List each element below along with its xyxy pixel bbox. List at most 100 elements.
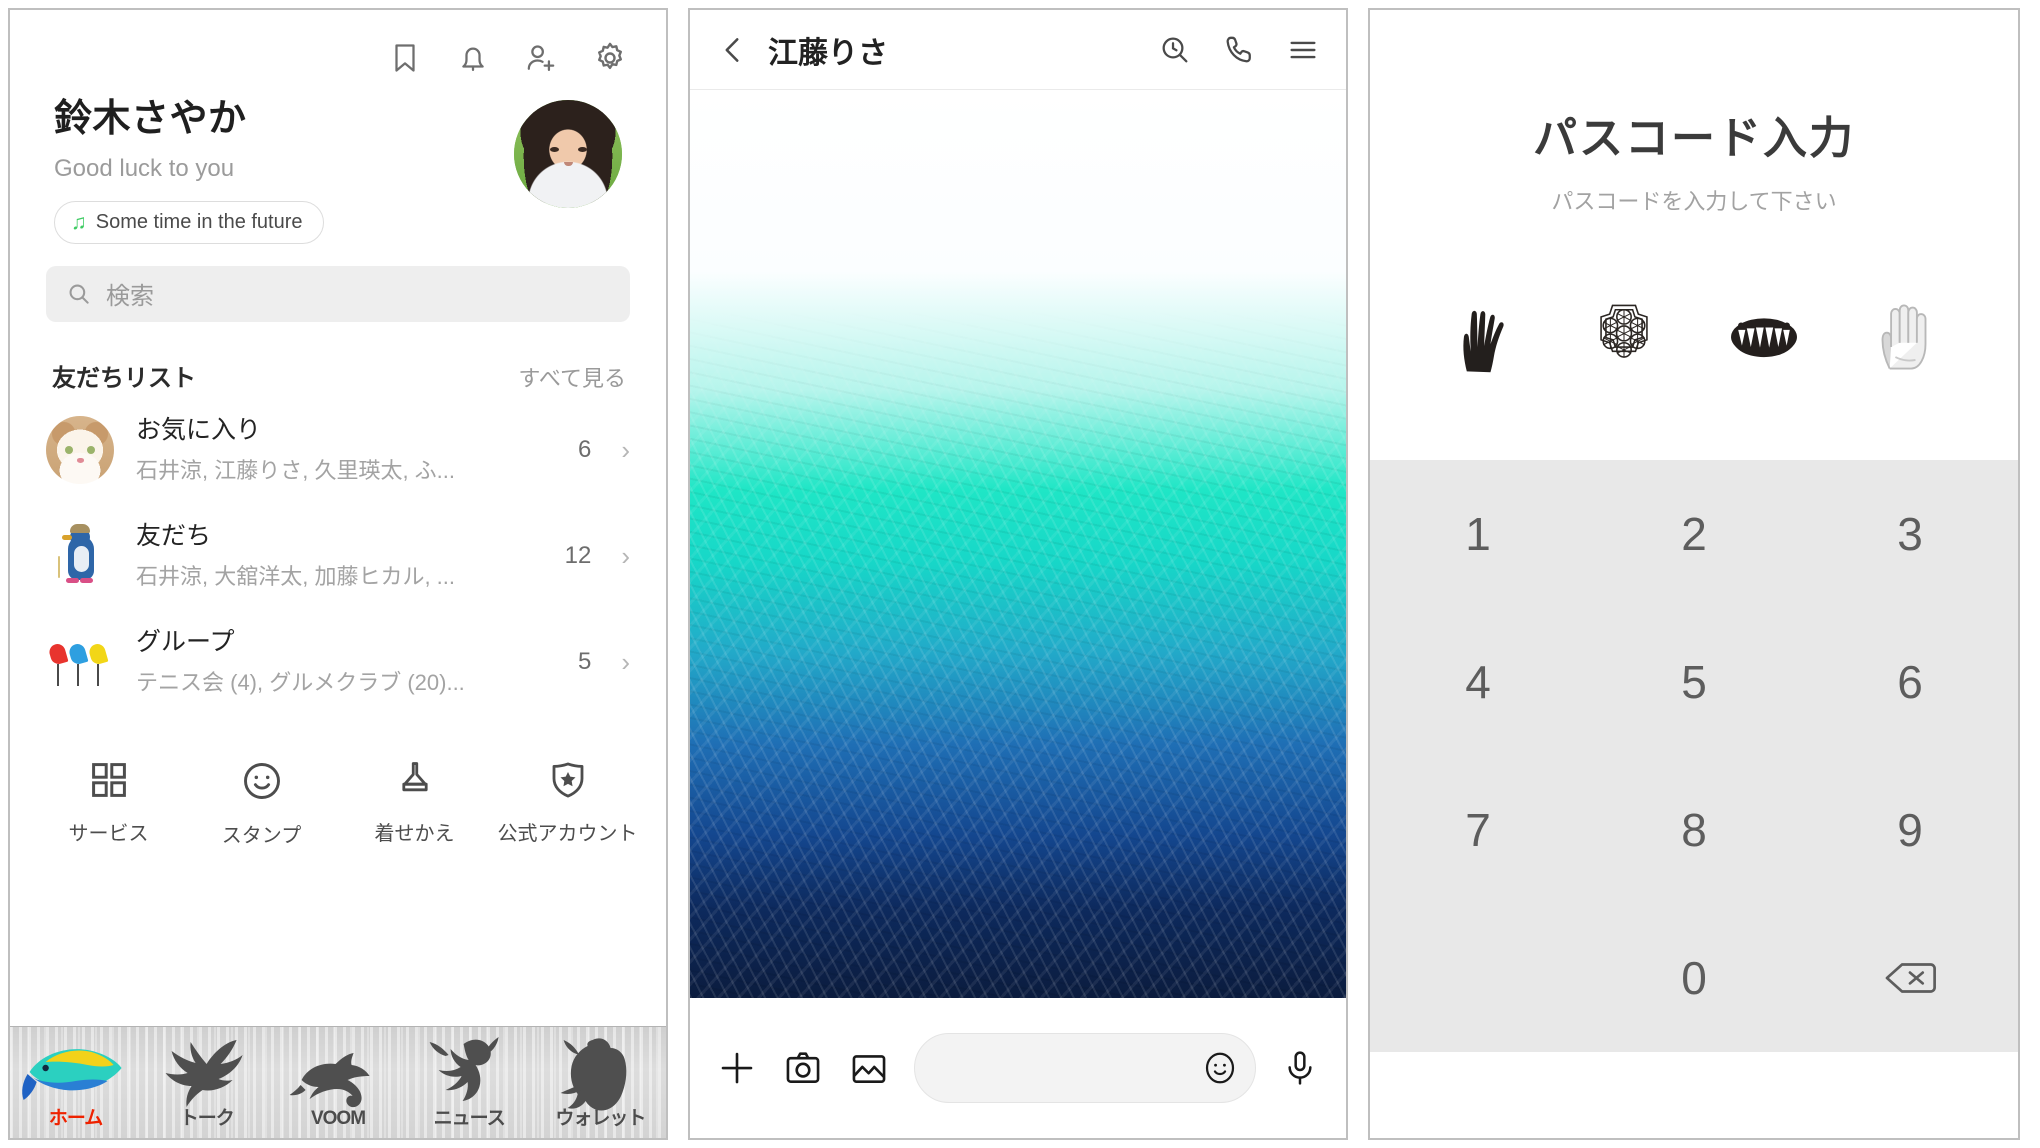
- passcode-header: パスコード入力 パスコードを入力して下さい: [1370, 10, 2018, 392]
- cat-avatar-icon: [46, 415, 114, 484]
- smiley-icon[interactable]: [1201, 1049, 1239, 1087]
- chevron-right-icon: ›: [621, 646, 630, 677]
- smiley-icon: [240, 759, 284, 803]
- passcode-indicators: [1370, 282, 2018, 392]
- eagle-icon: [165, 1040, 243, 1107]
- profile-block: 鈴木さやか Good luck to you ♫ Some time in th…: [10, 82, 666, 244]
- gem-rosette-glyph-icon: [1581, 294, 1667, 380]
- passcode-keypad: 1 2 3 4 5 6 7 8 9 0: [1370, 460, 2018, 1052]
- list-item-count: 6: [577, 435, 592, 463]
- nav-item-news[interactable]: ニュース: [404, 1027, 535, 1138]
- lizard-icon: [290, 1053, 371, 1108]
- music-note-icon: ♫: [71, 210, 87, 234]
- home-topbar: [10, 10, 666, 82]
- page-subtitle: パスコードを入力して下さい: [1551, 189, 1837, 214]
- bell-icon[interactable]: [456, 41, 490, 75]
- friends-section-header: 友だちリスト すべて見る: [10, 322, 666, 397]
- search-input[interactable]: 検索: [46, 265, 630, 322]
- service-item-label: 公式アカウント: [497, 822, 638, 845]
- brush-icon: [394, 759, 436, 801]
- add-friend-icon[interactable]: [524, 41, 558, 75]
- list-item[interactable]: お気に入り 石井涼, 江藤りさ, 久里瑛太, ふ... 6 ›: [46, 397, 630, 503]
- bottom-navigation: ホーム トーク VOOM ニュース ウォレット: [10, 1026, 666, 1138]
- key-3[interactable]: 3: [1802, 460, 2018, 608]
- bear-icon: [560, 1038, 627, 1111]
- bookmark-icon[interactable]: [388, 41, 422, 75]
- key-7[interactable]: 7: [1370, 756, 1586, 904]
- chat-wallpaper: [690, 90, 1346, 998]
- penguin-avatar-icon: [46, 522, 114, 590]
- key-5[interactable]: 5: [1586, 608, 1802, 756]
- avatar-photo: [514, 100, 622, 208]
- backspace-icon[interactable]: [1802, 904, 2018, 1052]
- claw-hand-glyph-icon: [1441, 294, 1527, 380]
- nav-item-voom[interactable]: VOOM: [272, 1027, 403, 1138]
- key-9[interactable]: 9: [1802, 756, 2018, 904]
- avatar-eye-left: [550, 147, 559, 152]
- list-item-title: お気に入り: [136, 415, 262, 444]
- nav-item-wallet[interactable]: ウォレット: [535, 1027, 666, 1138]
- search-placeholder: 検索: [106, 283, 154, 311]
- chat-header: 江藤りさ: [690, 10, 1346, 90]
- key-4[interactable]: 4: [1370, 608, 1586, 756]
- key-0[interactable]: 0: [1586, 904, 1802, 1052]
- list-item[interactable]: グループ テニス会 (4), グルメクラブ (20)... 5 ›: [46, 609, 630, 715]
- phone-icon[interactable]: [1222, 33, 1256, 67]
- service-grid: サービス スタンプ 着せかえ 公式アカウント: [10, 715, 666, 848]
- list-item-subtitle: 石井涼, 江藤りさ, 久里瑛太, ふ...: [136, 457, 456, 483]
- menu-icon[interactable]: [1286, 33, 1320, 67]
- friends-see-all-link[interactable]: すべて見る: [518, 361, 626, 393]
- camera-icon[interactable]: [782, 1047, 824, 1089]
- key-2[interactable]: 2: [1586, 460, 1802, 608]
- chevron-left-icon[interactable]: [716, 33, 750, 67]
- music-chip-label: Some time in the future: [95, 210, 303, 233]
- screenshot-stage: 鈴木さやか Good luck to you ♫ Some time in th…: [0, 0, 2040, 1148]
- shield-star-icon: [547, 759, 589, 801]
- chevron-right-icon: ›: [621, 434, 630, 465]
- gear-icon[interactable]: [592, 40, 628, 76]
- home-panel: 鈴木さやか Good luck to you ♫ Some time in th…: [8, 8, 668, 1140]
- nav-item-home[interactable]: ホーム: [10, 1027, 141, 1138]
- key-6[interactable]: 6: [1802, 608, 2018, 756]
- service-item-label: サービス: [68, 822, 149, 845]
- chat-header-actions: [1158, 33, 1320, 67]
- scorpion-icon: [429, 1037, 499, 1101]
- chat-input-bar: [690, 998, 1346, 1138]
- service-item-label: 着せかえ: [374, 822, 455, 845]
- chat-title: 江藤りさ: [768, 36, 888, 70]
- list-item-count: 12: [564, 541, 592, 569]
- chat-wallpaper-texture: [690, 90, 1346, 998]
- chevron-right-icon: ›: [621, 540, 630, 571]
- profile-music-chip[interactable]: ♫ Some time in the future: [54, 200, 324, 244]
- list-item-title: グループ: [136, 627, 235, 656]
- service-item-stamps[interactable]: スタンプ: [192, 759, 332, 848]
- page-title: パスコード入力: [1533, 114, 1855, 163]
- service-item-themes[interactable]: 着せかえ: [345, 759, 485, 846]
- plus-icon[interactable]: [716, 1047, 758, 1089]
- key-8[interactable]: 8: [1586, 756, 1802, 904]
- list-item-count: 5: [577, 647, 592, 675]
- message-input[interactable]: [914, 1033, 1256, 1103]
- list-item-subtitle: テニス会 (4), グルメクラブ (20)...: [136, 669, 465, 695]
- toothed-ring-glyph-icon: [1721, 294, 1807, 380]
- search-history-icon[interactable]: [1158, 33, 1192, 67]
- friends-list: お気に入り 石井涼, 江藤りさ, 久里瑛太, ふ... 6 › 友だち 石井涼,…: [10, 397, 666, 715]
- list-item-title: 友だち: [136, 521, 212, 550]
- friends-section-title: 友だちリスト: [52, 364, 196, 392]
- three-birds-avatar-icon: [46, 628, 114, 696]
- nav-item-talk[interactable]: トーク: [141, 1027, 272, 1138]
- rainbow-fish-icon: [22, 1049, 122, 1100]
- passcode-panel: パスコード入力 パスコードを入力して下さい 1 2 3 4 5 6 7 8 9 …: [1368, 8, 2020, 1140]
- avatar[interactable]: [514, 100, 622, 208]
- list-item[interactable]: 友だち 石井涼, 大舘洋太, 加藤ヒカル, ... 12 ›: [46, 503, 630, 609]
- service-item-official-accounts[interactable]: 公式アカウント: [498, 759, 638, 846]
- search-wrap: 検索: [10, 244, 666, 322]
- service-item-label: スタンプ: [221, 824, 302, 847]
- microphone-icon[interactable]: [1280, 1048, 1320, 1088]
- chat-panel: 江藤りさ: [688, 8, 1348, 1140]
- grid-icon: [88, 759, 130, 801]
- key-1[interactable]: 1: [1370, 460, 1586, 608]
- key-blank: [1370, 904, 1586, 1052]
- image-icon[interactable]: [848, 1047, 890, 1089]
- service-item-services[interactable]: サービス: [39, 759, 179, 846]
